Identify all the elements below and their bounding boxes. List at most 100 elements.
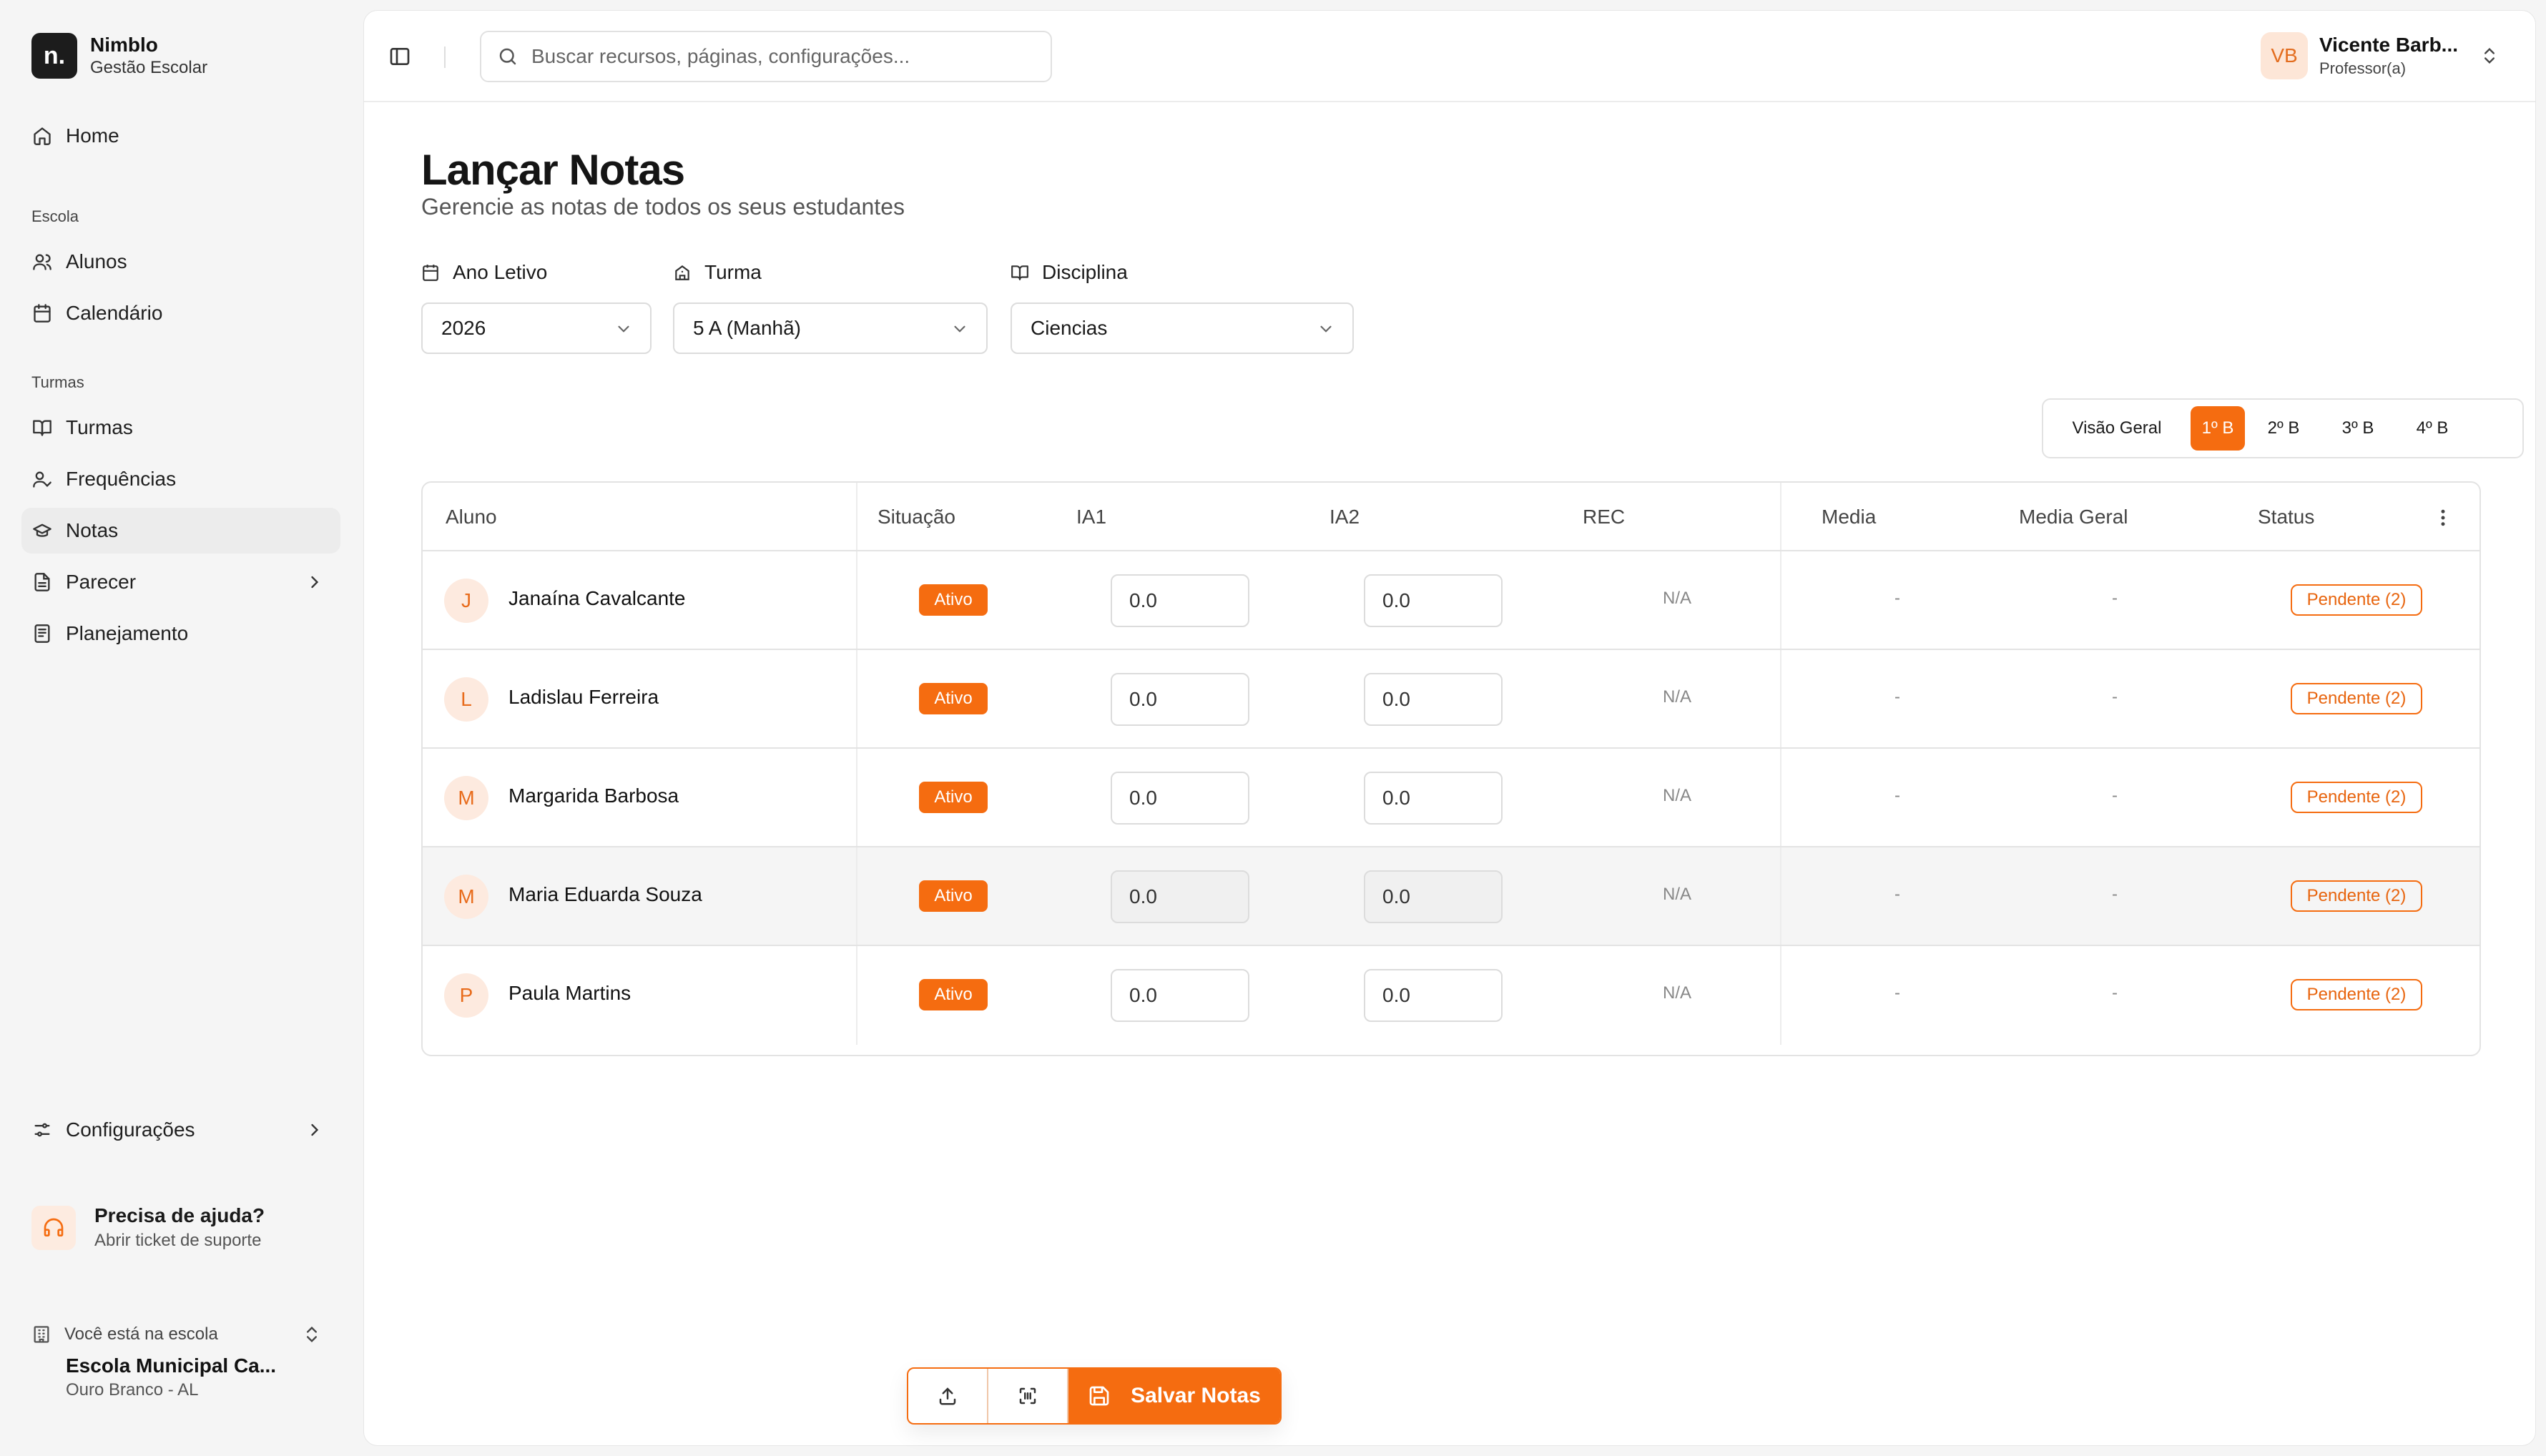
brand-logo: n. [31,33,77,79]
calendar-icon [31,302,53,324]
sidebar-item-label: Home [66,124,119,147]
sidebar-item-notas[interactable]: Notas [21,508,340,554]
sidebar-item-alunos[interactable]: Alunos [21,239,340,285]
col-media: Media [1822,506,1877,528]
media-geral-value: - [2112,687,2118,707]
sidebar-item-label: Configurações [66,1118,195,1141]
filter-disciplina: Disciplina Ciencias [1011,260,1354,354]
tab-1b[interactable]: 1º B [2191,406,2245,451]
filter-ano-letivo: Ano Letivo 2026 [421,260,652,354]
kebab-menu-icon[interactable] [2432,507,2454,528]
search-input[interactable]: Buscar recursos, páginas, configurações.… [480,31,1052,82]
ia1-input[interactable] [1111,870,1249,923]
tab-4b[interactable]: 4º B [2397,406,2468,451]
ia1-input[interactable] [1111,969,1249,1022]
tab-visao-geral[interactable]: Visão Geral [2049,406,2185,451]
col-rec: REC [1583,506,1626,528]
ano-letivo-select[interactable]: 2026 [421,302,652,354]
school-city: Ouro Branco - AL [66,1380,199,1400]
app: n. Nimblo Gestão Escolar Home Escola Alu… [0,0,2546,1456]
situacao-badge: Ativo [919,979,988,1010]
scan-icon [1019,1387,1036,1405]
ia2-input[interactable] [1364,772,1503,825]
school-switcher[interactable]: Você está na escola Escola Municipal Ca.… [31,1324,332,1400]
sidebar-item-calendario[interactable]: Calendário [21,290,340,336]
rec-value: N/A [1663,983,1692,1003]
media-geral-value: - [2112,983,2118,1003]
col-situacao: Situação [878,506,955,528]
table-header: Aluno Situação IA1 IA2 REC Media Media G… [423,483,2479,551]
school-name: Escola Municipal Ca... [66,1354,277,1377]
media-value: - [1894,983,1900,1003]
table-row[interactable]: P Paula Martins Ativo N/A - - Pendente (… [423,946,2479,1045]
sidebar-item-configuracoes[interactable]: Configurações [21,1107,340,1153]
help-subtitle: Abrir ticket de suporte [94,1231,262,1250]
sidebar-item-planejamento[interactable]: Planejamento [21,611,340,656]
status-badge: Pendente (2) [2291,584,2422,616]
section-label-turmas: Turmas [31,373,84,391]
user-menu[interactable]: VB Vicente Barb... Professor(a) [2261,32,2500,79]
table-row[interactable]: L Ladislau Ferreira Ativo N/A - - Penden… [423,650,2479,749]
ia1-input[interactable] [1111,673,1249,726]
divider [444,46,446,68]
situacao-badge: Ativo [919,584,988,616]
status-badge: Pendente (2) [2291,979,2422,1010]
sidebar-item-home[interactable]: Home [21,113,340,159]
book-open-icon [31,417,53,438]
grades-table: Aluno Situação IA1 IA2 REC Media Media G… [421,481,2481,1056]
table-row[interactable]: M Margarida Barbosa Ativo N/A - - Penden… [423,749,2479,847]
ia1-input[interactable] [1111,772,1249,825]
turma-select[interactable]: 5 A (Manhã) [673,302,988,354]
col-ia2: IA2 [1329,506,1360,528]
sidebar-toggle-icon[interactable] [388,45,411,68]
student-name: Maria Eduarda Souza [508,883,702,905]
chevron-down-icon [618,325,629,333]
situacao-badge: Ativo [919,782,988,813]
headset-icon [31,1206,76,1250]
school-icon [675,265,689,280]
action-bar: Salvar Notas [907,1367,1282,1425]
student-avatar: J [444,579,488,623]
ia2-input[interactable] [1364,969,1503,1022]
ia2-input[interactable] [1364,574,1503,627]
save-grades-button[interactable]: Salvar Notas [1068,1369,1280,1423]
situacao-badge: Ativo [919,880,988,912]
export-button[interactable] [908,1369,988,1423]
media-value: - [1894,687,1900,707]
sidebar-item-label: Turmas [66,416,133,438]
avatar: VB [2261,32,2308,79]
student-avatar: M [444,776,488,820]
file-text-icon [31,571,53,593]
page-subtitle: Gerencie as notas de todos os seus estud… [421,194,905,220]
table-row[interactable]: M Maria Eduarda Souza Ativo N/A - - Pend… [423,847,2479,946]
graduation-cap-icon [31,520,53,541]
col-aluno: Aluno [446,506,497,528]
brand[interactable]: n. Nimblo Gestão Escolar [31,33,207,79]
tab-2b[interactable]: 2º B [2248,406,2319,451]
media-value: - [1894,786,1900,805]
user-check-icon [31,468,53,490]
search-placeholder: Buscar recursos, páginas, configurações.… [531,45,910,67]
scan-button[interactable] [988,1369,1068,1423]
tab-3b[interactable]: 3º B [2322,406,2394,451]
user-name: Vicente Barb... [2319,34,2459,56]
chevron-down-icon [954,325,965,333]
table-row[interactable]: J Janaína Cavalcante Ativo N/A - - Pende… [423,551,2479,650]
disciplina-select[interactable]: Ciencias [1011,302,1354,354]
sidebar-item-label: Alunos [66,250,127,272]
ia2-input[interactable] [1364,870,1503,923]
select-value: 5 A (Manhã) [693,317,801,339]
student-avatar: P [444,973,488,1018]
help-card[interactable]: Precisa de ajuda? Abrir ticket de suport… [31,1203,265,1253]
chevron-right-icon [311,576,319,589]
brand-subtitle: Gestão Escolar [90,58,208,77]
ia1-input[interactable] [1111,574,1249,627]
sidebar-item-parecer[interactable]: Parecer [21,559,340,605]
notebook-icon [31,623,53,644]
sidebar-item-turmas[interactable]: Turmas [21,405,340,451]
sidebar-item-frequencias[interactable]: Frequências [21,456,340,502]
sidebar-item-label: Planejamento [66,622,189,644]
ia2-input[interactable] [1364,673,1503,726]
student-name: Ladislau Ferreira [508,686,659,708]
rec-value: N/A [1663,885,1692,904]
